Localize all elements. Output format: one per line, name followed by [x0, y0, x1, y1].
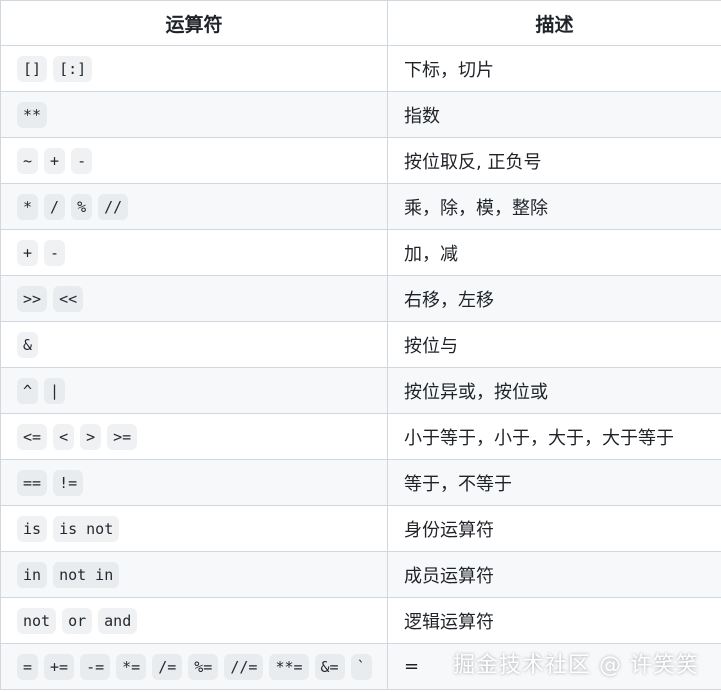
- operator-cell: * /%//: [0, 183, 388, 230]
- operator-code: <: [53, 423, 75, 450]
- operator-code: <=: [17, 423, 48, 450]
- operator-code: //: [98, 193, 129, 220]
- operator-code: %=: [188, 653, 219, 680]
- operator-code: []: [17, 55, 48, 82]
- table-header-row: 运算符 描述: [0, 0, 721, 46]
- description-cell: 等于，不等于: [387, 459, 721, 506]
- description-cell: 按位取反, 正负号: [387, 137, 721, 184]
- operator-code: not: [17, 607, 57, 634]
- description-cell: 按位异或，按位或: [387, 367, 721, 414]
- operator-cell: >> <<: [0, 275, 388, 322]
- operator-code: ==: [17, 469, 48, 496]
- description-cell: 指数: [387, 91, 721, 138]
- table-row: ~ + - 按位取反, 正负号: [0, 137, 721, 184]
- table-row: <= < > >= 小于等于，小于，大于，大于等于: [0, 413, 721, 460]
- operator-code: |: [44, 377, 66, 404]
- operator-code: &: [17, 331, 39, 358]
- operator-cell: <= < > >=: [0, 413, 388, 460]
- description-cell: 加，减: [387, 229, 721, 276]
- operator-code: <<: [53, 285, 84, 312]
- description-cell: 身份运算符: [387, 505, 721, 552]
- header-description: 描述: [387, 0, 721, 46]
- operator-code: in: [17, 561, 48, 588]
- operator-code: -: [44, 239, 66, 266]
- operator-code: +: [17, 239, 39, 266]
- operator-cell: = += -= *=/= %=//= **= &= `: [0, 643, 388, 690]
- operator-code: //=: [224, 653, 264, 680]
- operator-code: >>: [17, 285, 48, 312]
- operator-code: `: [350, 653, 372, 680]
- operator-cell: ~ + -: [0, 137, 388, 184]
- operator-code: !=: [53, 469, 84, 496]
- description-cell: 小于等于，小于，大于，大于等于: [387, 413, 721, 460]
- operator-code: or: [62, 607, 93, 634]
- table-row: not or and 逻辑运算符: [0, 597, 721, 644]
- operator-cell: is is not: [0, 505, 388, 552]
- operator-code: =: [17, 653, 39, 680]
- description-cell: 乘，除，模，整除: [387, 183, 721, 230]
- operator-code: ^: [17, 377, 39, 404]
- table-row: is is not 身份运算符: [0, 505, 721, 552]
- table-row: in not in 成员运算符: [0, 551, 721, 598]
- operator-code: /: [44, 193, 66, 220]
- description-cell: 下标，切片: [387, 45, 721, 92]
- header-operator: 运算符: [0, 0, 388, 46]
- table-row: ^ | 按位异或，按位或: [0, 367, 721, 414]
- operator-code: +=: [44, 653, 75, 680]
- operator-cell: **: [0, 91, 388, 138]
- operator-code: ~: [17, 147, 39, 174]
- watermark: 掘金技术社区 @ 许笑笑: [453, 653, 699, 678]
- operator-code: *: [17, 193, 39, 220]
- operator-code: **: [17, 101, 48, 128]
- description-cell: 逻辑运算符: [387, 597, 721, 644]
- operator-cell: in not in: [0, 551, 388, 598]
- operator-table: 运算符 描述 [] [:] 下标，切片 ** 指数 ~ + - 按位取反, 正负号 * /%//乘，…: [0, 0, 721, 690]
- operator-code: +: [44, 147, 66, 174]
- operator-cell: + -: [0, 229, 388, 276]
- table-row: ** 指数: [0, 91, 721, 138]
- table-row: [] [:] 下标，切片: [0, 45, 721, 92]
- operator-code: is: [17, 515, 48, 542]
- table-row: + - 加，减: [0, 229, 721, 276]
- operator-cell: ^ |: [0, 367, 388, 414]
- operator-code: %: [71, 193, 93, 220]
- table-row: == != 等于，不等于: [0, 459, 721, 506]
- description-cell: 按位与: [387, 321, 721, 368]
- operator-code: &=: [314, 653, 345, 680]
- operator-code: **=: [269, 653, 309, 680]
- operator-cell: == !=: [0, 459, 388, 506]
- operator-code: /=: [152, 653, 183, 680]
- table-row: >> << 右移，左移: [0, 275, 721, 322]
- operator-cell: not or and: [0, 597, 388, 644]
- table-body: [] [:] 下标，切片 ** 指数 ~ + - 按位取反, 正负号 * /%//乘，除，模，整除 +…: [0, 45, 721, 690]
- description-cell: 成员运算符: [387, 551, 721, 598]
- operator-code: >: [80, 423, 102, 450]
- operator-code: not in: [53, 561, 120, 588]
- description-cell: 右移，左移: [387, 275, 721, 322]
- operator-cell: &: [0, 321, 388, 368]
- table-row: * /%//乘，除，模，整除: [0, 183, 721, 230]
- operator-code: >=: [107, 423, 138, 450]
- operator-cell: [] [:]: [0, 45, 388, 92]
- operator-code: and: [98, 607, 138, 634]
- table-row: & 按位与: [0, 321, 721, 368]
- operator-code: is not: [53, 515, 120, 542]
- operator-code: -=: [80, 653, 111, 680]
- operator-code: -: [71, 147, 93, 174]
- operator-code: *=: [116, 653, 147, 680]
- operator-code: [:]: [53, 55, 93, 82]
